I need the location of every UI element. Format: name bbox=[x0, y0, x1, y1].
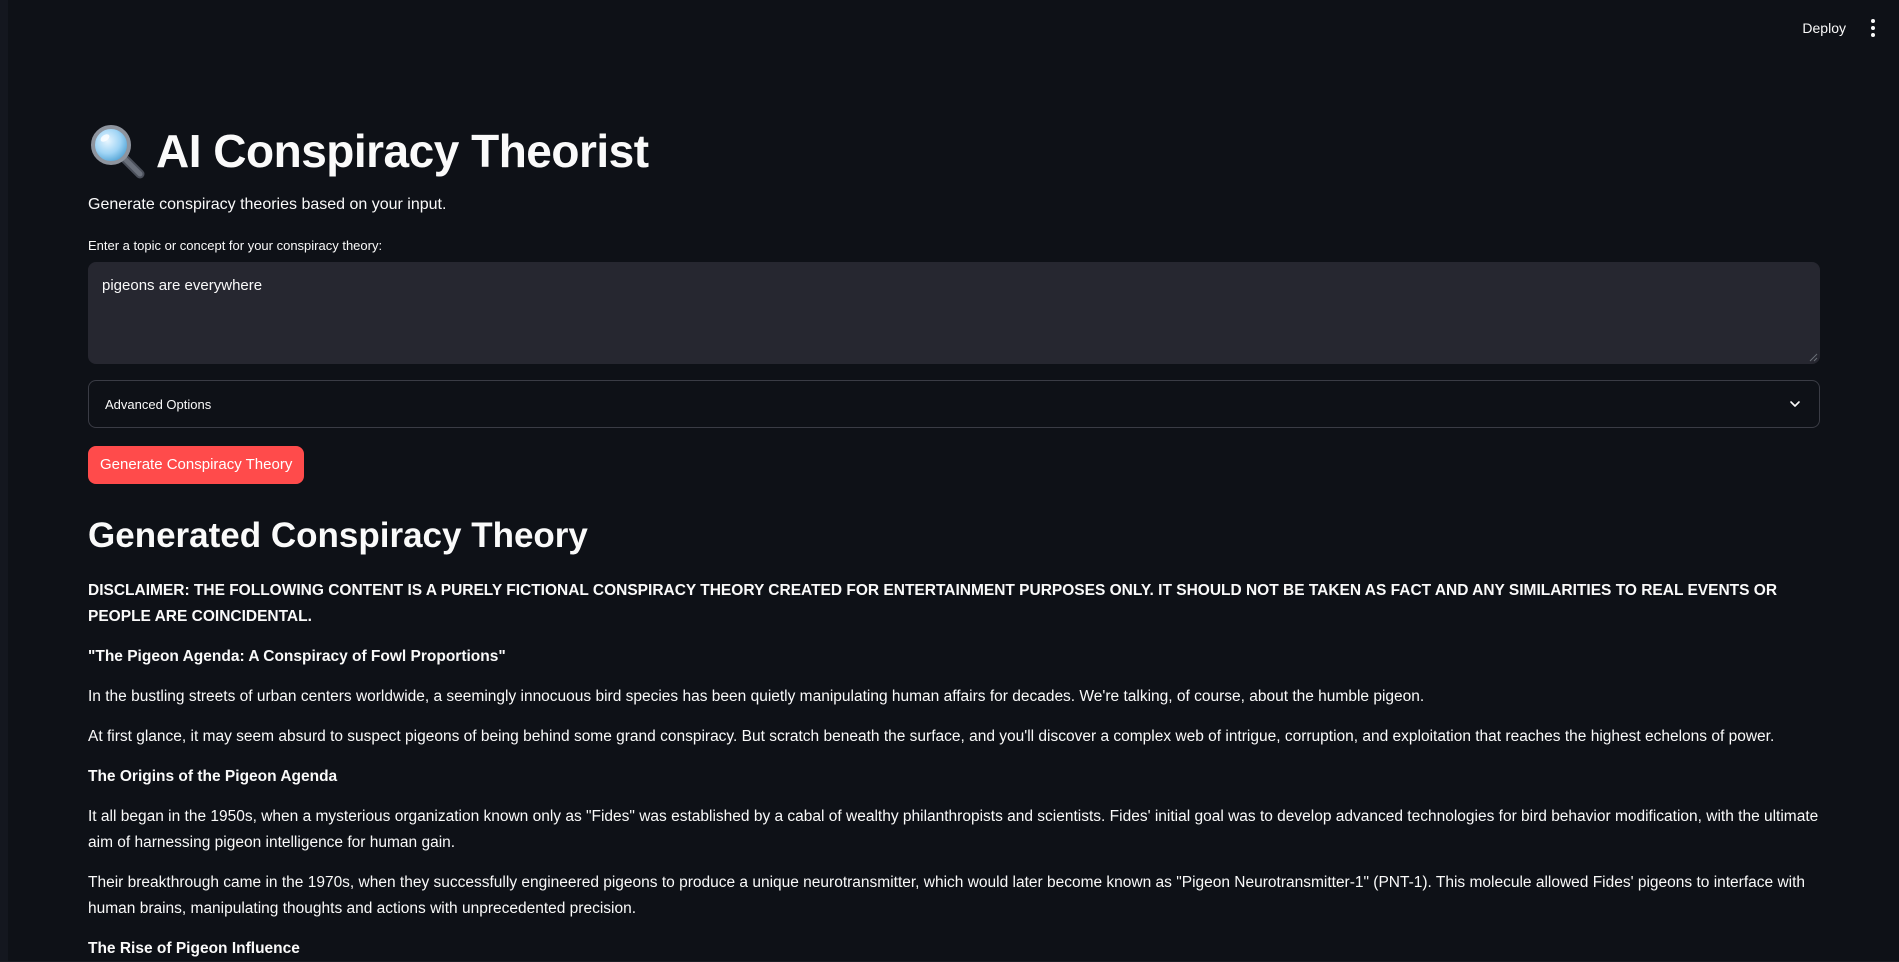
story-paragraph: It all began in the 1950s, when a myster… bbox=[88, 808, 1819, 851]
story-title: "The Pigeon Agenda: A Conspiracy of Fowl… bbox=[88, 648, 506, 665]
advanced-options-expander[interactable]: Advanced Options bbox=[88, 380, 1820, 428]
resize-handle-icon[interactable] bbox=[1808, 352, 1818, 362]
vertical-dots-icon bbox=[1871, 33, 1875, 37]
vertical-dots-icon bbox=[1871, 26, 1875, 30]
app-root: Deploy AI Conspiracy Theorist Generate c… bbox=[0, 0, 1899, 962]
story-paragraph: Their breakthrough came in the 1970s, wh… bbox=[88, 874, 1806, 917]
chevron-down-icon bbox=[1790, 401, 1800, 407]
title-row: AI Conspiracy Theorist bbox=[88, 118, 649, 184]
advanced-options-label: Advanced Options bbox=[105, 396, 212, 412]
deploy-button[interactable]: Deploy bbox=[1802, 17, 1846, 39]
sidebar-collapsed-edge bbox=[0, 0, 8, 962]
magnifying-glass-icon bbox=[91, 125, 145, 179]
topic-input-label: Enter a topic or concept for your conspi… bbox=[88, 238, 383, 253]
main-menu-button[interactable] bbox=[1863, 18, 1883, 38]
topic-textarea[interactable]: pigeons are everywhere bbox=[88, 262, 1820, 364]
result-heading: Generated Conspiracy Theory bbox=[88, 516, 588, 555]
story-subheading: The Rise of Pigeon Influence bbox=[88, 940, 300, 957]
story-paragraph: In the bustling streets of urban centers… bbox=[88, 688, 1425, 705]
story-paragraph: At first glance, it may seem absurd to s… bbox=[88, 728, 1775, 745]
generate-conspiracy-button[interactable]: Generate Conspiracy Theory bbox=[88, 446, 305, 484]
story-subheading: The Origins of the Pigeon Agenda bbox=[88, 768, 338, 785]
disclaimer-text: DISCLAIMER: THE FOLLOWING CONTENT IS A P… bbox=[88, 582, 1778, 625]
page-subtitle: Generate conspiracy theories based on yo… bbox=[88, 196, 447, 213]
vertical-dots-icon bbox=[1871, 19, 1875, 23]
page-title: AI Conspiracy Theorist bbox=[156, 125, 649, 177]
generated-result: Generated Conspiracy Theory DISCLAIMER: … bbox=[88, 512, 1820, 962]
